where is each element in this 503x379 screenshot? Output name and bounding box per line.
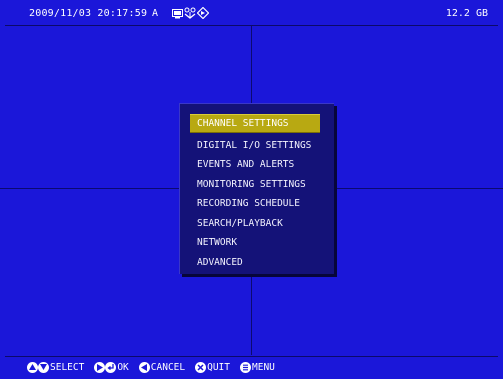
split-divider-vertical-top: [251, 26, 252, 104]
hint-select: SELECT: [27, 361, 85, 373]
hint-select-label: SELECT: [50, 361, 85, 373]
key-hint-bar: SELECT OK CANCEL QUIT MENU: [5, 356, 498, 377]
storage-indicator: 12.2 GB: [445, 8, 488, 19]
menu-item-advanced[interactable]: ADVANCED: [190, 253, 320, 273]
hint-quit: QUIT: [195, 361, 230, 373]
menu-item-recording-schedule[interactable]: RECORDING SCHEDULE: [190, 194, 320, 214]
arrow-left-key-icon: [138, 361, 150, 373]
status-icons: [172, 4, 210, 23]
split-divider-vertical-bottom: [251, 275, 252, 355]
arrow-down-key-icon: [38, 361, 49, 373]
enter-key-icon: [105, 361, 117, 373]
hint-cancel-label: CANCEL: [150, 361, 186, 373]
menu-item-channel-settings[interactable]: CHANNEL SETTINGS: [190, 114, 320, 133]
arrow-up-key-icon: [27, 361, 38, 373]
record-icon: [196, 4, 210, 23]
network-icon: [184, 4, 196, 23]
menu-item-events-and-alerts[interactable]: EVENTS AND ALERTS: [190, 155, 320, 175]
menu-list: CHANNEL SETTINGS DIGITAL I/O SETTINGS EV…: [190, 114, 320, 272]
hint-ok-label: OK: [117, 361, 129, 373]
datetime-display: 2009/11/03 20:17:59: [29, 8, 148, 19]
status-bar: 2009/11/03 20:17:59 A 12.2 GB: [5, 3, 498, 26]
hint-quit-label: QUIT: [207, 361, 230, 373]
menu-item-network[interactable]: NETWORK: [190, 233, 320, 253]
menu-item-search-playback[interactable]: SEARCH/PLAYBACK: [190, 214, 320, 234]
main-menu: CHANNEL SETTINGS DIGITAL I/O SETTINGS EV…: [179, 103, 334, 274]
arrow-right-key-icon: [94, 361, 106, 373]
menu-key-icon: [240, 361, 251, 373]
hint-ok: OK: [94, 361, 129, 373]
dvr-screen: 2009/11/03 20:17:59 A 12.2 GB CHANNEL SE…: [0, 0, 503, 379]
mode-indicator: A: [152, 8, 159, 19]
menu-item-digital-io-settings[interactable]: DIGITAL I/O SETTINGS: [190, 136, 320, 156]
monitor-icon: [172, 4, 183, 23]
menu-item-monitoring-settings[interactable]: MONITORING SETTINGS: [190, 175, 320, 195]
quit-key-icon: [195, 361, 207, 373]
hint-menu: MENU: [240, 361, 275, 373]
hint-cancel: CANCEL: [138, 361, 186, 373]
hint-menu-label: MENU: [252, 361, 275, 373]
